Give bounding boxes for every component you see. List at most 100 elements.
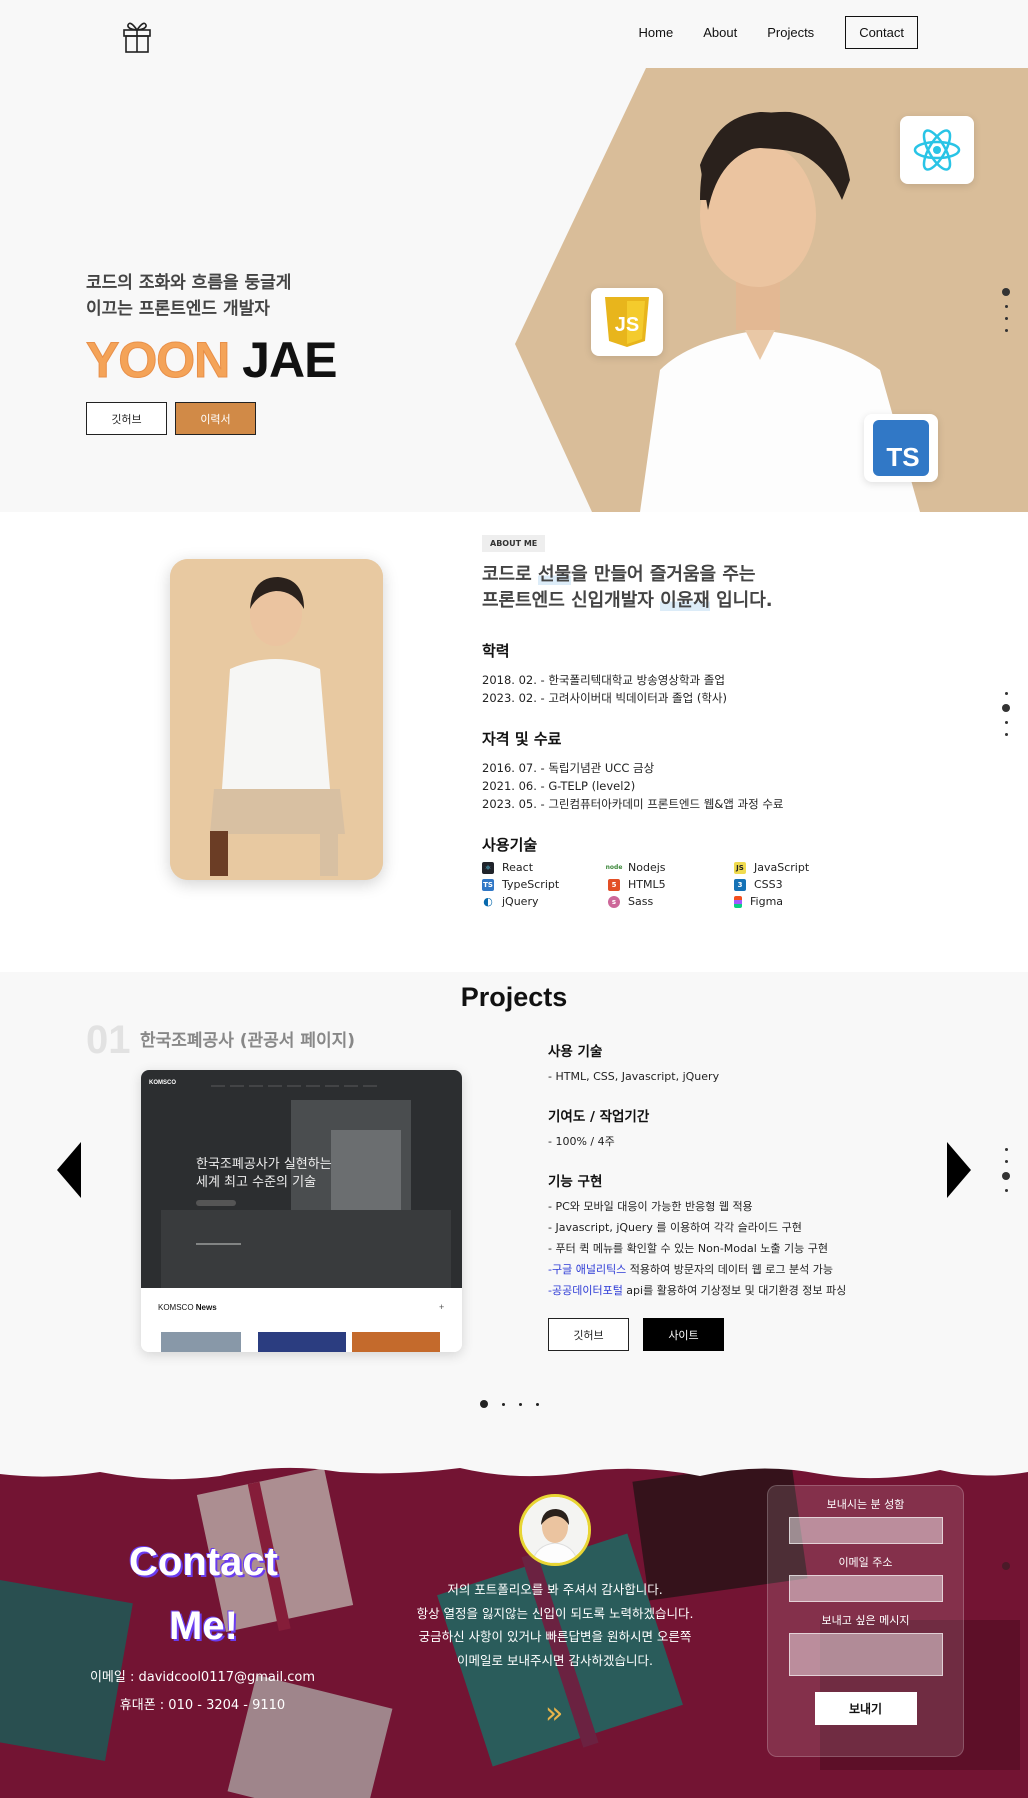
- project-site-button[interactable]: 사이트: [643, 1318, 724, 1351]
- next-arrow-icon[interactable]: [947, 1142, 971, 1198]
- typescript-icon: TS: [482, 878, 494, 891]
- certificate-item: 2021. 06. - G-TELP (level2): [482, 779, 636, 793]
- project-details: 사용 기술 - HTML, CSS, Javascript, jQuery 기여…: [548, 1040, 846, 1319]
- contact-form: 보내시는 분 성함 이메일 주소 보내고 싶은 메시지 보내기: [767, 1485, 964, 1757]
- nav-projects[interactable]: Projects: [767, 25, 814, 40]
- skills-block: 사용기술 ⚛ React node Nodejs JS JavaScript TS Ty…: [482, 834, 860, 908]
- contact-title: Contact Me!: [129, 1540, 278, 1648]
- svg-text:+: +: [439, 1302, 444, 1312]
- tech-title: 사용 기술: [548, 1044, 603, 1060]
- css3-icon: 3: [734, 878, 746, 891]
- skill-css3: 3 CSS3: [734, 878, 860, 891]
- skill-jquery: ◐ jQuery: [483, 895, 539, 908]
- skills-title: 사용기술: [482, 836, 538, 854]
- name-label: 보내시는 분 성함: [826, 1498, 905, 1511]
- education-item: 2023. 02. - 고려사이버대 빅데이터과 졸업 (학사): [482, 691, 727, 705]
- hero-resume-button[interactable]: 이력서: [175, 402, 256, 435]
- react-icon: ⚛: [482, 861, 494, 874]
- email-input[interactable]: [788, 1575, 943, 1602]
- certificate-item: 2016. 07. - 독립기념관 UCC 금상: [482, 761, 655, 775]
- skill-figma: Figma: [734, 895, 860, 908]
- feature-item: - 푸터 퀵 메뉴를 확인할 수 있는 Non-Modal 노출 기능 구현: [548, 1242, 828, 1255]
- google-analytics-link[interactable]: -구글 애널리틱스: [548, 1263, 626, 1276]
- svg-text:KOMSCO: KOMSCO: [149, 1080, 176, 1086]
- message-label: 보내고 싶은 메시지: [821, 1614, 910, 1627]
- svg-text:TS: TS: [886, 442, 919, 472]
- projects-section-indicator[interactable]: [1002, 1148, 1010, 1192]
- svg-text:세계 최고 수준의 기술: 세계 최고 수준의 기술: [196, 1175, 316, 1190]
- nav-contact-button[interactable]: Contact: [845, 16, 918, 49]
- svg-text:KOMSCO News: KOMSCO News: [158, 1303, 217, 1312]
- main-nav: Home About Projects Contact: [609, 16, 918, 49]
- typescript-icon: TS: [864, 414, 938, 482]
- skill-javascript: JS JavaScript: [734, 861, 860, 874]
- hero-name-last: JAE: [242, 332, 337, 388]
- figma-icon: [734, 895, 742, 908]
- feature-item: - PC와 모바일 대응이 가능한 반응형 웹 적용: [548, 1200, 753, 1213]
- contact-phone: 휴대폰 : 010 - 3204 - 9110: [119, 1698, 286, 1713]
- about-headline: 코드로 선물을 만들어 즐거움을 주는 프론트엔드 신입개발자 이윤재 입니다.: [482, 564, 773, 611]
- jquery-icon: ◐: [483, 895, 493, 908]
- tech-value: - HTML, CSS, Javascript, jQuery: [548, 1070, 720, 1083]
- svg-text:JS: JS: [615, 314, 639, 336]
- contact-info: 이메일 : davidcool0117@gmail.com 휴대폰 : 010 …: [80, 1664, 325, 1720]
- hero-tagline-1: 코드의 조화와 흐름을 둥글게: [86, 273, 292, 293]
- project-screenshot[interactable]: KOMSCO 한국조폐공사가 실현하는 세계 최고 수준의 기술 KOMSCO …: [141, 1070, 462, 1352]
- hero-name-first: YOON: [85, 332, 230, 389]
- hero-tagline-2: 이끄는 프론트엔드 개발자: [86, 299, 270, 319]
- about-section: ABOUT ME 코드로 선물을 만들어 즐거움을 주는 프론트엔드 신입개발자…: [0, 512, 1028, 972]
- feature-item: -구글 애널리틱스 적용하여 방문자의 데이터 웹 로그 분석 가능: [548, 1263, 833, 1276]
- certificates-block: 자격 및 수료 2016. 07. - 독립기념관 UCC 금상 2021. 0…: [482, 728, 784, 813]
- contact-avatar: [519, 1494, 591, 1566]
- contact-section: Contact Me! 이메일 : davidcool0117@gmail.co…: [0, 1450, 1028, 1798]
- certificates-title: 자격 및 수료: [482, 730, 562, 748]
- about-section-indicator[interactable]: [1002, 692, 1010, 736]
- certificate-item: 2023. 05. - 그린컴퓨터아카데미 프론트엔드 웹&앱 과정 수료: [482, 797, 784, 811]
- send-button[interactable]: 보내기: [814, 1692, 917, 1725]
- feature-item: - Javascript, jQuery 를 이용하여 각각 슬라이드 구현: [548, 1221, 802, 1234]
- contact-message: 저의 포트폴리오를 봐 주셔서 감사합니다. 항상 열정을 잃지않는 신입이 되…: [416, 1582, 694, 1668]
- project-number: 01: [86, 1018, 131, 1062]
- email-label: 이메일 주소: [838, 1556, 893, 1569]
- profile-photo: [170, 559, 383, 880]
- public-data-portal-link[interactable]: -공공데이터포털: [548, 1284, 623, 1297]
- skill-sass: s Sass: [608, 895, 734, 908]
- contribution-title: 기여도 / 작업기간: [548, 1109, 650, 1125]
- hero-section-indicator[interactable]: [1002, 288, 1010, 332]
- project-name: 한국조폐공사 (관공서 페이지): [140, 1031, 356, 1051]
- project-pagination[interactable]: [480, 1400, 539, 1408]
- sass-icon: s: [608, 895, 620, 908]
- komsco-site-preview: KOMSCO 한국조폐공사가 실현하는 세계 최고 수준의 기술 KOMSCO …: [141, 1070, 462, 1352]
- name-input[interactable]: [788, 1517, 943, 1544]
- nav-home[interactable]: Home: [639, 25, 674, 40]
- svg-text:한국조폐공사가 실현하는: 한국조폐공사가 실현하는: [196, 1157, 332, 1172]
- contribution-value: - 100% / 4주: [548, 1135, 615, 1148]
- prev-arrow-icon[interactable]: [57, 1142, 81, 1198]
- hero-github-button[interactable]: 깃허브: [86, 402, 167, 435]
- hero-name: YOON JAE: [85, 332, 337, 389]
- projects-title: Projects: [460, 982, 568, 1012]
- html5-icon: 5: [608, 878, 620, 891]
- projects-section: Projects 01 한국조폐공사 (관공서 페이지) KOMSCO 한국조폐…: [0, 972, 1028, 1472]
- site-header: Home About Projects Contact: [0, 0, 1028, 68]
- nav-about[interactable]: About: [703, 25, 737, 40]
- react-icon: [900, 116, 974, 184]
- education-title: 학력: [482, 642, 510, 660]
- nodejs-icon: node: [605, 864, 623, 871]
- message-textarea[interactable]: [788, 1633, 943, 1676]
- education-item: 2018. 02. - 한국폴리텍대학교 방송영상학과 졸업: [482, 673, 725, 687]
- skill-html5: 5 HTML5: [608, 878, 734, 891]
- skill-nodejs: node Nodejs: [605, 861, 666, 874]
- hero-section: 코드의 조화와 흐름을 둥글게 이끄는 프론트엔드 개발자 YOON JAE 깃…: [0, 0, 1028, 512]
- contact-section-indicator[interactable]: [1002, 1562, 1010, 1570]
- hero-text-block: 코드의 조화와 흐름을 둥글게 이끄는 프론트엔드 개발자 YOON JAE 깃…: [85, 270, 337, 435]
- about-me-tag: ABOUT ME: [482, 535, 546, 552]
- features-title: 기능 구현: [548, 1174, 603, 1190]
- javascript-icon: JS: [591, 288, 663, 356]
- project-github-button[interactable]: 깃허브: [548, 1318, 629, 1351]
- gift-logo-icon[interactable]: [120, 18, 154, 54]
- double-chevron-right-icon: »: [545, 1696, 564, 1731]
- contact-email[interactable]: 이메일 : davidcool0117@gmail.com: [80, 1664, 325, 1692]
- skill-typescript: TS TypeScript: [482, 878, 560, 891]
- skill-react: ⚛ React: [482, 861, 608, 874]
